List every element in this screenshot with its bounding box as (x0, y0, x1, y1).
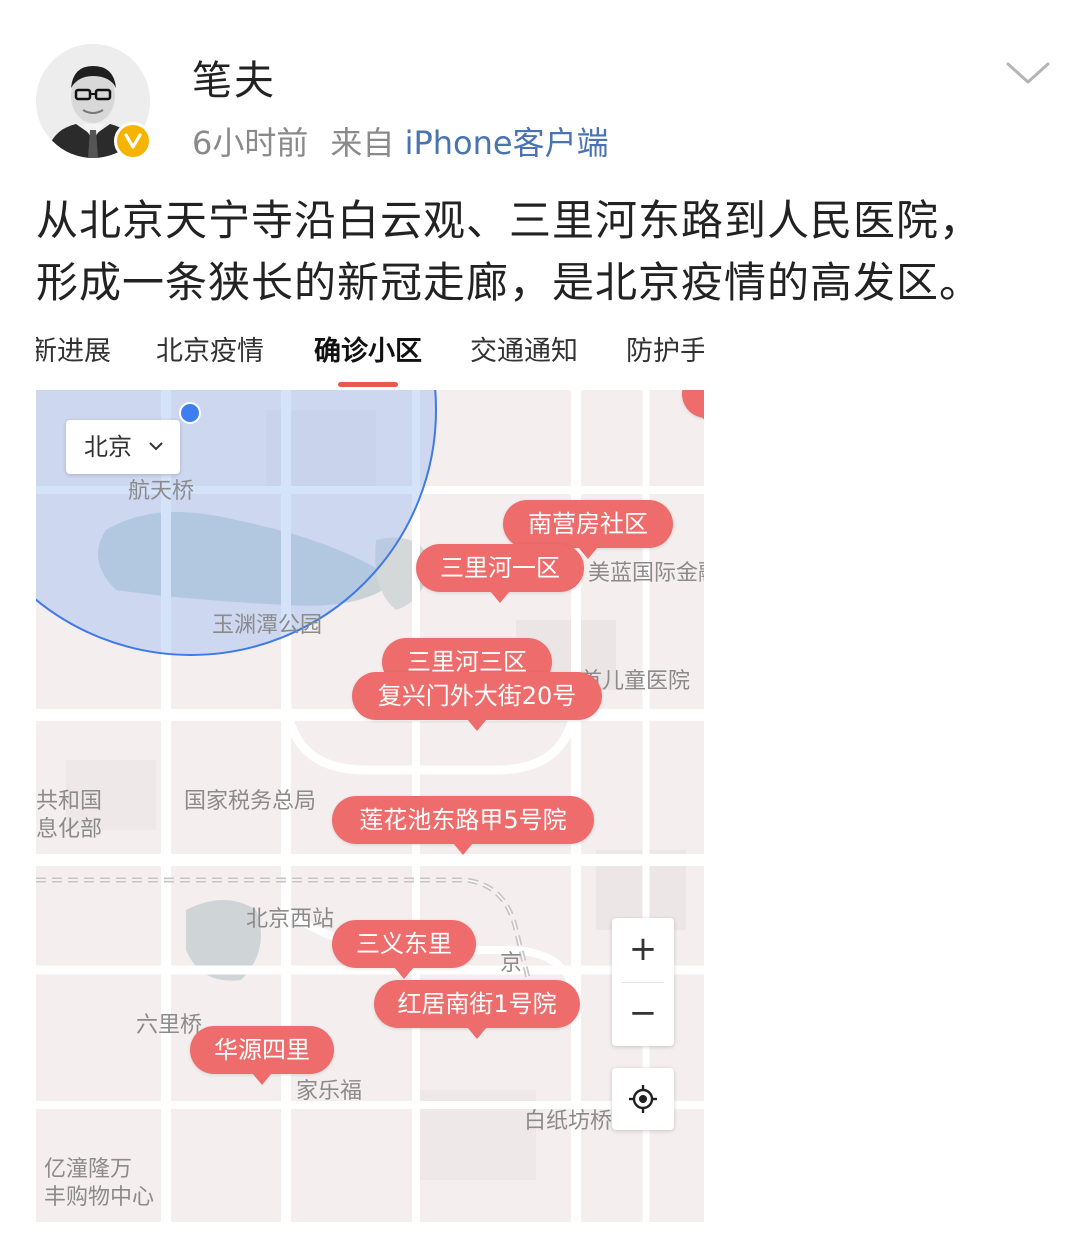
post-text-line: 从北京天宁寺沿白云观、三里河东路到人民医院， (36, 196, 983, 245)
post-text: 从北京天宁寺沿白云观、三里河东路到人民医院， 形成一条狭长的新冠走廊，是北京疫情… (36, 190, 1046, 314)
category-tabs: 新进展 北京疫情 确诊小区 交通通知 防护手 (36, 330, 704, 388)
map-pin-sanyi-dongli[interactable]: 三义东里 (332, 920, 476, 979)
post-text-line: 形成一条狭长的新冠走廊，是北京疫情的高发区。 (36, 258, 983, 307)
tab-confirmed-communities[interactable]: 确诊小区 (314, 330, 422, 388)
map-pin-fuxingmen[interactable]: 复兴门外大街20号 (352, 672, 602, 731)
map-label-yitong-2: 丰购物中心 (44, 1185, 155, 1210)
tab-traffic-notice[interactable]: 交通通知 (470, 330, 578, 388)
current-location-dot (179, 402, 201, 424)
map-pin-sanlihe-1[interactable]: 三里河一区 (416, 544, 584, 603)
city-selector-label: 北京 (84, 433, 132, 461)
post-source-prefix: 来自 (330, 124, 395, 162)
map-label-xinxihua: 息化部 (36, 817, 103, 842)
map-label-tax-bureau: 国家税务总局 (184, 789, 317, 814)
map-pin-hongju-nanjie[interactable]: 红居南街1号院 (374, 980, 580, 1039)
map-label-gongheguo: 共和国 (36, 789, 103, 814)
map-label-finance-center: 美蓝国际金融 (588, 561, 704, 586)
verified-badge-icon (114, 122, 152, 160)
tab-protection[interactable]: 防护手 (626, 330, 704, 388)
zoom-in-button[interactable]: + (612, 918, 674, 982)
city-selector[interactable]: 北京 (66, 420, 180, 474)
author-name[interactable]: 笔夫 (192, 48, 276, 106)
map-label-liuliqiao: 六里桥 (136, 1013, 203, 1038)
epidemic-map[interactable]: 北京 航天桥 玉渊潭公园 首儿童医院 国家税务总局 共和国 息化部 北京西站 京… (36, 390, 704, 1222)
tab-latest[interactable]: 新进展 (36, 330, 111, 388)
post-source-app[interactable]: iPhone客户端 (405, 124, 609, 162)
zoom-out-button[interactable]: − (612, 982, 674, 1046)
map-label-hangtianqiao: 航天桥 (128, 479, 195, 504)
tab-beijing-epidemic[interactable]: 北京疫情 (156, 330, 264, 388)
map-pin-nanyingfang[interactable]: 南营房社区 (503, 500, 673, 559)
post-meta: 6小时前 来自 iPhone客户端 (192, 118, 609, 164)
map-pin-huayuan-sili[interactable]: 华源四里 (190, 1026, 334, 1085)
post-time: 6小时前 (192, 124, 309, 162)
map-label-carrefour: 家乐福 (296, 1079, 363, 1104)
active-tab-indicator (338, 382, 398, 387)
chevron-down-icon[interactable] (1004, 58, 1052, 88)
map-pin-lianhuachi[interactable]: 莲花池东路甲5号院 (332, 796, 594, 855)
map-label-baizhifang: 白纸坊桥 (524, 1109, 613, 1134)
zoom-control: + − (612, 918, 674, 1046)
map-label-yitong-1: 亿潼隆万 (44, 1157, 133, 1182)
chevron-down-icon (149, 442, 163, 451)
crosshair-icon (629, 1085, 657, 1113)
locate-me-button[interactable] (612, 1068, 674, 1130)
map-label-beijing-west-station: 北京西站 (246, 907, 335, 932)
map-label-jing: 京 (500, 951, 523, 976)
map-label-yuyuantan: 玉渊潭公园 (212, 613, 323, 638)
